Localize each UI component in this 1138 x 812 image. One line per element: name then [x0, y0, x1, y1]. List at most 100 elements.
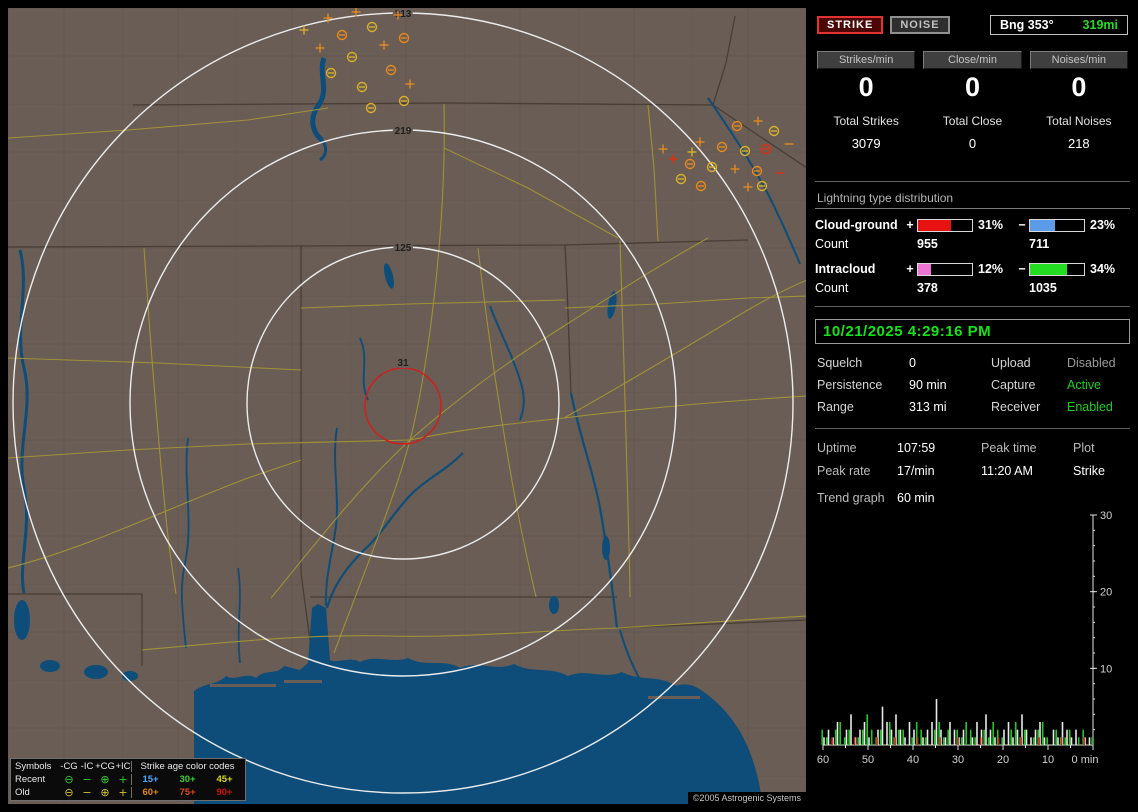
legend-age-title: Strike age color codes	[131, 761, 243, 772]
age-30: 30+	[179, 774, 196, 785]
cg-pos-bar-fill	[918, 219, 952, 231]
svg-text:20: 20	[1100, 587, 1112, 599]
svg-text:10: 10	[1100, 663, 1112, 675]
svg-text:20: 20	[997, 754, 1009, 766]
ic-neg-bar	[1029, 262, 1085, 276]
svg-text:219: 219	[395, 126, 412, 137]
receiver-status: Enabled	[1067, 400, 1113, 414]
trend-graph: 10 20 30 60 50 40 30 20 10 0 min	[817, 510, 1112, 766]
range-label: Range	[817, 400, 854, 414]
divider	[815, 306, 1130, 307]
strikes-per-min-button[interactable]: Strikes/min	[817, 51, 916, 69]
upload-label: Upload	[991, 356, 1031, 370]
age-75: 75+	[179, 787, 196, 798]
svg-text:30: 30	[952, 754, 964, 766]
lightning-detector-app: 313 219 125 31 Symbols -CG -IC +CG +IC Stri…	[0, 0, 1138, 812]
range-value: 313 mi	[909, 400, 947, 414]
cg-pos-pct: 31%	[978, 218, 1004, 232]
persistence-label: Persistence	[817, 378, 883, 392]
peak-rate-value: 17/min	[897, 464, 935, 478]
noises-per-min-button[interactable]: Noises/min	[1029, 51, 1128, 69]
ic-pos-count: 378	[917, 281, 938, 295]
strike-map[interactable]: 313 219 125 31 Symbols -CG -IC +CG +IC Stri…	[8, 8, 806, 804]
uptime-label: Uptime	[817, 441, 857, 455]
intracloud-label: Intracloud	[815, 262, 876, 276]
strikes-per-min-value: 0	[858, 72, 874, 102]
noises-per-min-value: 0	[1071, 72, 1087, 102]
total-noises-value: 218	[1067, 136, 1090, 151]
ic-neg-pct: 34%	[1090, 262, 1116, 276]
ic-pos-bar	[917, 262, 973, 276]
plus-sign: +	[906, 218, 914, 232]
age-90: 90+	[216, 787, 233, 798]
svg-text:10: 10	[1042, 754, 1054, 766]
receiver-label: Receiver	[991, 400, 1041, 414]
map-legend: Symbols -CG -IC +CG +IC Strike age color…	[10, 758, 246, 801]
trend-graph-window: 60 min	[897, 491, 935, 505]
ic-neg-bar-fill	[1030, 263, 1067, 275]
legend-recent-label: Recent	[15, 774, 46, 785]
cg-neg-pct: 23%	[1090, 218, 1116, 232]
age-15: 15+	[142, 774, 159, 785]
cg-pos-bar	[917, 218, 973, 232]
copyright-text: ©2005 Astrogenic Systems	[687, 792, 806, 804]
squelch-label: Squelch	[817, 356, 863, 370]
bearing-box: Bng 353° 319mi	[990, 15, 1128, 35]
peak-time-label: Peak time	[981, 441, 1037, 455]
capture-label: Capture	[991, 378, 1036, 392]
squelch-value: 0	[909, 356, 916, 370]
legend-old-label: Old	[15, 787, 30, 798]
cg-neg-count: 711	[1029, 237, 1050, 251]
capture-status: Active	[1067, 378, 1102, 392]
strike-toggle-button[interactable]: STRIKE	[817, 16, 884, 34]
old-neg-ic-icon: −	[82, 786, 92, 799]
recent-neg-ic-icon: −	[82, 773, 92, 786]
persistence-value: 90 min	[909, 378, 947, 392]
svg-text:40: 40	[907, 754, 919, 766]
legend-col-neg-cg: -CG	[60, 761, 78, 772]
age-60: 60+	[142, 787, 159, 798]
minus-sign: −	[1018, 218, 1026, 232]
right-panel: STRIKE NOISE Bng 353° 319mi Strikes/min …	[815, 8, 1130, 804]
ic-pos-bar-fill	[918, 263, 931, 275]
old-pos-ic-icon: +	[118, 786, 128, 799]
legend-col-pos-cg: +CG	[95, 761, 115, 772]
legend-col-pos-ic: +IC	[115, 761, 131, 772]
total-close-label: Total Close	[942, 114, 1003, 128]
bearing-range: 319mi	[1082, 18, 1118, 32]
recent-neg-cg-icon: ⊖	[64, 773, 74, 786]
noise-toggle-button[interactable]: NOISE	[890, 16, 950, 34]
map-svg: 31321912531	[8, 8, 806, 804]
old-pos-cg-icon: ⊕	[100, 786, 110, 799]
datetime-display: 10/21/2025 4:29:16 PM	[815, 319, 1130, 344]
distribution-title: Lightning type distribution	[815, 182, 1130, 209]
total-strikes-label: Total Strikes	[833, 114, 899, 128]
total-noises-label: Total Noises	[1046, 114, 1112, 128]
ic-neg-count: 1035	[1029, 281, 1057, 295]
plot-value: Strike	[1073, 464, 1105, 478]
cloud-ground-label: Cloud-ground	[815, 218, 898, 232]
cg-pos-count: 955	[917, 237, 938, 251]
close-per-min-button[interactable]: Close/min	[923, 51, 1022, 69]
count-label: Count	[815, 237, 849, 251]
ic-pos-pct: 12%	[978, 262, 1004, 276]
svg-text:50: 50	[862, 754, 874, 766]
svg-text:31: 31	[397, 358, 409, 369]
legend-col-neg-ic: -IC	[80, 761, 94, 772]
svg-text:30: 30	[1100, 510, 1112, 522]
peak-time-value: 11:20 AM	[981, 464, 1033, 478]
close-per-min-value: 0	[964, 72, 980, 102]
upload-status: Disabled	[1067, 356, 1116, 370]
uptime-value: 107:59	[897, 441, 936, 455]
svg-text:60: 60	[817, 754, 829, 766]
bearing-value: Bng 353°	[1000, 18, 1054, 32]
trend-graph-label: Trend graph	[817, 491, 885, 505]
plus-sign: +	[906, 262, 914, 276]
recent-pos-ic-icon: +	[118, 773, 128, 786]
old-neg-cg-icon: ⊖	[64, 786, 74, 799]
cg-neg-bar	[1029, 218, 1085, 232]
total-close-value: 0	[968, 136, 977, 151]
legend-symbols-header: Symbols	[15, 761, 52, 772]
divider	[815, 428, 1130, 429]
svg-text:125: 125	[395, 243, 412, 254]
